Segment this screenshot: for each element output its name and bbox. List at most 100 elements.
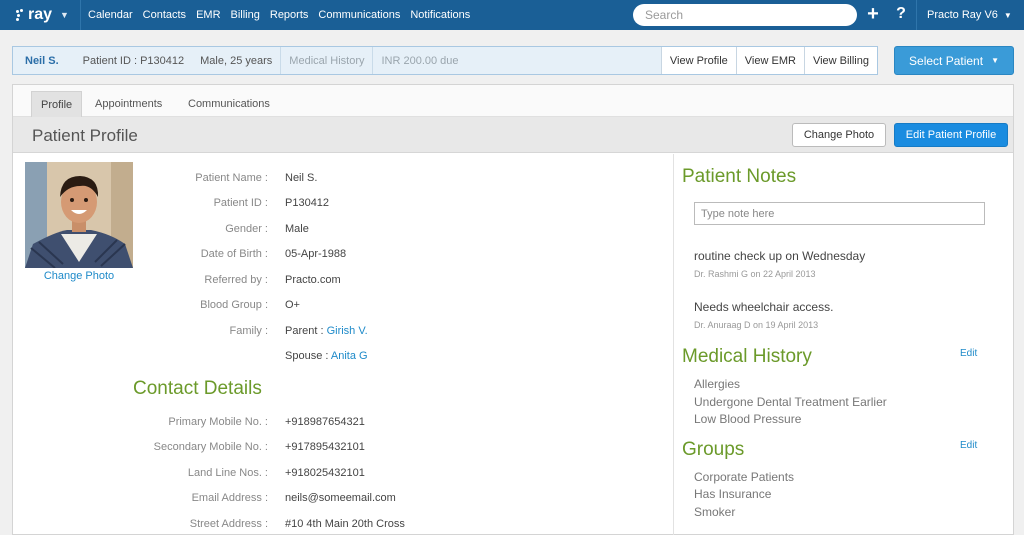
patient-card: Profile Appointments Communications Pati…	[12, 84, 1014, 535]
field-value: +918025432101	[285, 467, 365, 479]
nav-divider	[916, 0, 917, 30]
field-secondary-mobile: Secondary Mobile No. : +917895432101	[13, 441, 673, 457]
field-street-address: Street Address : #10 4th Main 20th Cross	[13, 518, 673, 534]
change-photo-button[interactable]: Change Photo	[792, 123, 886, 147]
nav-divider	[80, 0, 81, 30]
field-value: P130412	[285, 197, 330, 209]
field-label: Date of Birth :	[200, 248, 268, 260]
field-value: neils@someemail.com	[285, 492, 396, 504]
view-emr-button[interactable]: View EMR	[735, 47, 804, 74]
view-billing-button[interactable]: View Billing	[803, 47, 877, 74]
tab-communications[interactable]: Communications	[179, 91, 279, 117]
field-value: +918987654321	[285, 416, 365, 428]
profile-details: Change Photo Patient Name : Neil S. Pati…	[13, 154, 673, 535]
family-parent: Parent : Girish V.	[285, 325, 368, 337]
help-icon[interactable]: ?	[893, 4, 909, 24]
family-member-link[interactable]: Anita G	[331, 350, 368, 362]
user-name: Practo Ray V6	[927, 9, 998, 21]
field-value: #10 4th Main 20th Cross	[285, 518, 405, 530]
field-patient-name: Patient Name : Neil S.	[13, 172, 673, 188]
medical-history-item: Low Blood Pressure	[694, 412, 802, 426]
chevron-down-icon: ▼	[1003, 10, 1012, 20]
tab-bar: Profile Appointments Communications	[13, 85, 1013, 117]
contact-details-title: Contact Details	[133, 378, 262, 399]
group-item: Has Insurance	[694, 487, 772, 501]
view-profile-button[interactable]: View Profile	[660, 47, 736, 74]
field-blood-group: Blood Group : O+	[13, 299, 673, 315]
relation-label: Spouse :	[285, 350, 331, 362]
groups-title: Groups	[682, 439, 745, 460]
group-item: Corporate Patients	[694, 470, 795, 484]
medical-history-item: Undergone Dental Treatment Earlier	[694, 395, 887, 409]
note-text: Needs wheelchair access.	[694, 300, 834, 314]
edit-medical-history-link[interactable]: Edit	[960, 348, 977, 359]
field-value: Male	[285, 223, 309, 235]
relation-label: Parent :	[285, 325, 327, 337]
search-input[interactable]	[633, 4, 857, 26]
field-value: 05-Apr-1988	[285, 248, 347, 260]
patient-notes-title: Patient Notes	[682, 166, 797, 187]
patient-id: Patient ID : P130412	[82, 54, 185, 67]
sidebar-panel: Patient Notes routine check up on Wednes…	[674, 154, 1013, 535]
app-logo[interactable]: ray ▼	[16, 5, 69, 25]
note-meta: Dr. Rashmi G on 22 April 2013	[694, 269, 816, 279]
logo-dots-icon	[16, 9, 24, 21]
tab-appointments[interactable]: Appointments	[86, 91, 171, 117]
field-gender: Gender : Male	[13, 223, 673, 239]
page-title: Patient Profile	[32, 126, 138, 145]
field-label: Family :	[229, 325, 269, 337]
profile-header: Patient Profile Change Photo Edit Patien…	[13, 117, 1013, 153]
group-item: Smoker	[694, 505, 736, 519]
field-date-of-birth: Date of Birth : 05-Apr-1988	[13, 248, 673, 264]
edit-profile-button[interactable]: Edit Patient Profile	[894, 123, 1008, 147]
user-menu[interactable]: Practo Ray V6 ▼	[927, 0, 1012, 30]
field-value: Neil S.	[285, 172, 318, 184]
family-spouse: Spouse : Anita G	[285, 350, 368, 362]
plus-icon[interactable]: +	[864, 4, 882, 24]
top-navbar: ray ▼ Calendar Contacts EMR Billing Repo…	[0, 0, 1024, 30]
chevron-down-icon: ▼	[991, 56, 999, 65]
field-label: Email Address :	[191, 492, 268, 504]
medical-history-item: Allergies	[694, 377, 741, 391]
nav-emr[interactable]: EMR	[196, 9, 220, 21]
select-patient-button[interactable]: Select Patient ▼	[894, 46, 1014, 75]
field-patient-id: Patient ID : P130412	[13, 197, 673, 213]
field-label: Street Address :	[189, 518, 268, 530]
field-value: +917895432101	[285, 441, 365, 453]
edit-groups-link[interactable]: Edit	[960, 440, 977, 451]
nav-billing[interactable]: Billing	[231, 9, 260, 21]
select-patient-label: Select Patient	[909, 53, 984, 68]
patient-summary-bar: Neil S. Patient ID : P130412 Male, 25 ye…	[12, 46, 878, 75]
main-nav: Calendar Contacts EMR Billing Reports Co…	[88, 0, 480, 30]
field-label: Land Line Nos. :	[187, 467, 268, 479]
nav-reports[interactable]: Reports	[270, 9, 309, 21]
nav-calendar[interactable]: Calendar	[88, 9, 133, 21]
field-family: Family : Parent : Girish V.	[13, 325, 673, 341]
note-input[interactable]	[694, 202, 985, 225]
field-email: Email Address : neils@someemail.com	[13, 492, 673, 508]
note-meta: Dr. Anuraag D on 19 April 2013	[694, 320, 819, 330]
field-label: Blood Group :	[200, 299, 268, 311]
field-label: Gender :	[225, 223, 268, 235]
field-value: Practo.com	[285, 274, 341, 286]
medical-history-title: Medical History	[682, 346, 812, 367]
field-family-spouse: Spouse : Anita G	[13, 350, 673, 366]
nav-contacts[interactable]: Contacts	[143, 9, 186, 21]
field-label: Secondary Mobile No. :	[153, 441, 268, 453]
field-label: Patient Name :	[195, 172, 268, 184]
logo-text: ray	[28, 6, 53, 23]
family-member-link[interactable]: Girish V.	[327, 325, 368, 337]
field-label: Patient ID :	[213, 197, 268, 209]
nav-notifications[interactable]: Notifications	[410, 9, 470, 21]
patient-gender-age: Male, 25 years	[200, 54, 273, 67]
amount-due: INR 200.00 due	[372, 47, 466, 74]
tab-profile[interactable]: Profile	[31, 91, 83, 117]
field-landline: Land Line Nos. : +918025432101	[13, 467, 673, 483]
field-referred-by: Referred by : Practo.com	[13, 274, 673, 290]
field-label: Primary Mobile No. :	[168, 416, 268, 428]
patient-name[interactable]: Neil S.	[13, 47, 75, 74]
field-primary-mobile: Primary Mobile No. : +918987654321	[13, 416, 673, 432]
medical-history-summary: Medical History	[280, 47, 372, 74]
nav-communications[interactable]: Communications	[318, 9, 400, 21]
field-value: O+	[285, 299, 300, 311]
